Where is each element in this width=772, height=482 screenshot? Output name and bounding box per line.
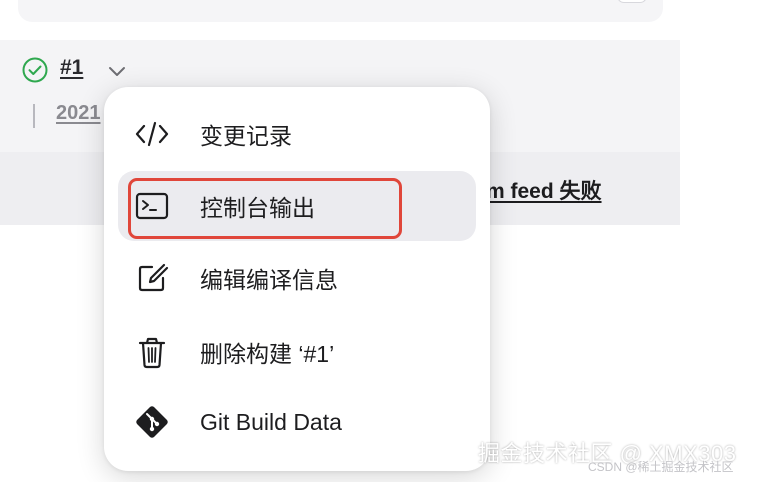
annotation-highlight-box	[128, 178, 402, 239]
build-number-link[interactable]: #1	[60, 56, 83, 80]
watermark-sub: CSDN @稀土掘金技术社区	[588, 460, 734, 474]
build-context-menu: 变更记录 控制台输出 编辑编译信息 删除构建 ‘#1’ Git Build Da…	[104, 87, 490, 471]
menu-item-delete-build[interactable]: 删除构建 ‘#1’	[118, 317, 476, 387]
code-icon	[132, 114, 172, 154]
previous-card	[18, 0, 663, 22]
menu-item-label: 编辑编译信息	[200, 267, 338, 293]
date-divider	[33, 104, 35, 128]
success-check-icon	[22, 57, 48, 83]
commit-message-link[interactable]: m feed 失败	[486, 175, 602, 205]
edit-icon	[132, 258, 172, 298]
card-corner	[617, 0, 647, 3]
menu-item-git-build-data[interactable]: Git Build Data	[118, 387, 476, 457]
menu-item-label: 删除构建 ‘#1’	[200, 341, 335, 367]
build-date-link[interactable]: 2021	[56, 102, 101, 125]
menu-item-label: 变更记录	[200, 123, 292, 149]
menu-item-edit-build-info[interactable]: 编辑编译信息	[118, 243, 476, 313]
menu-item-label: Git Build Data	[200, 408, 342, 435]
trash-icon	[132, 332, 172, 372]
git-icon	[132, 402, 172, 442]
chevron-down-icon[interactable]	[106, 62, 128, 80]
menu-item-changes[interactable]: 变更记录	[118, 99, 476, 169]
